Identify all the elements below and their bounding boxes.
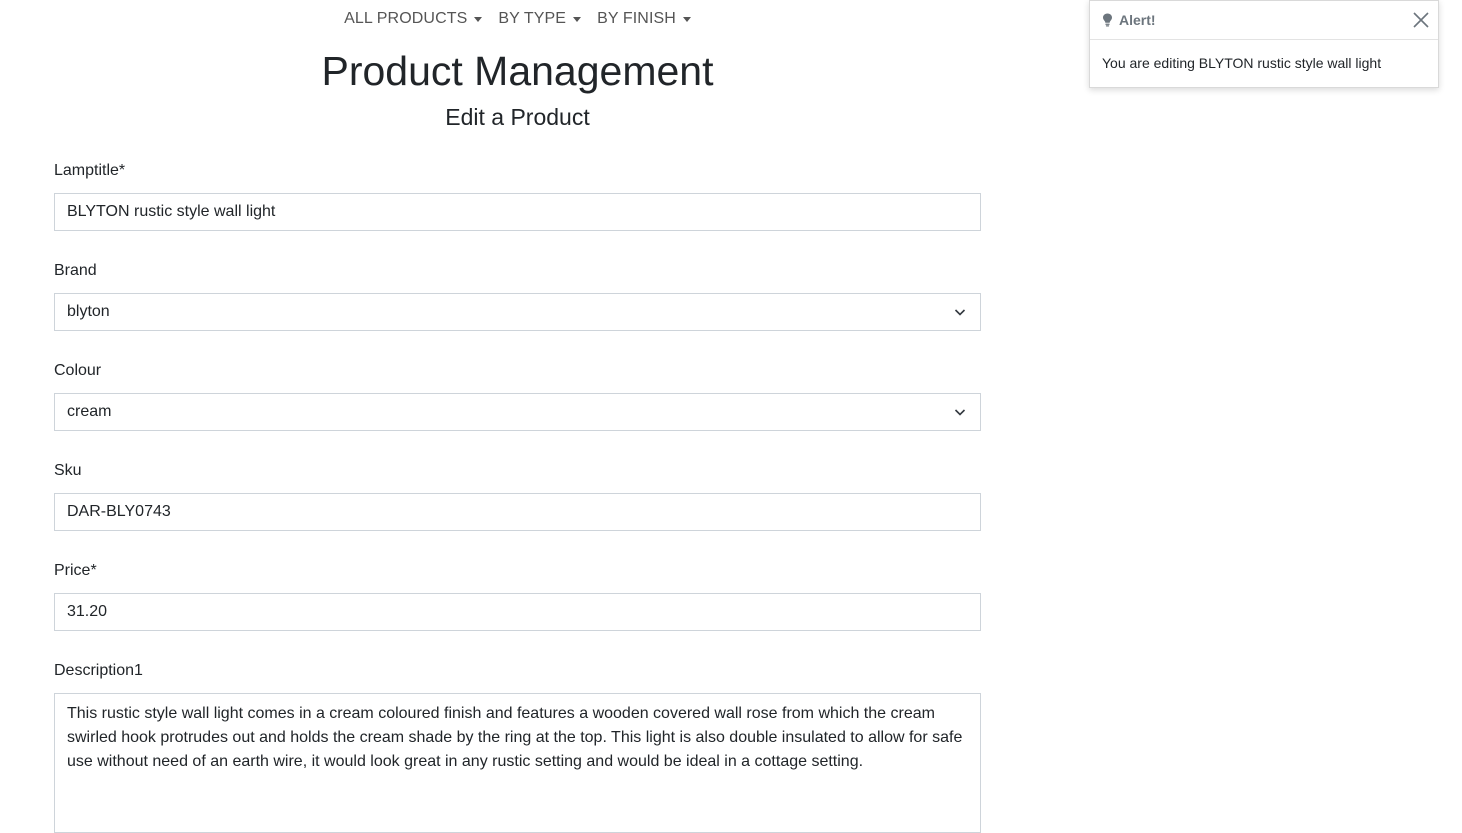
toast-header: Alert! [1090,1,1438,40]
brand-selected-value: blyton [67,303,110,320]
description1-textarea[interactable]: This rustic style wall light comes in a … [54,693,981,833]
nav-by-type-dropdown[interactable]: BY TYPE [490,10,589,28]
nav-all-products-dropdown[interactable]: ALL PRODUCTS [336,10,490,28]
close-icon[interactable] [1412,11,1430,29]
sku-input[interactable]: DAR-BLY0743 [54,493,981,531]
lamptitle-label: Lamptitle* [54,162,126,179]
colour-selected-value: cream [67,403,112,420]
nav-item-label: BY FINISH [597,10,676,27]
page-subtitle: Edit a Product [445,104,590,130]
lamptitle-input[interactable]: BLYTON rustic style wall light [54,193,981,231]
alert-toast: Alert! You are editing BLYTON rustic sty… [1089,0,1439,88]
brand-label: Brand [54,262,97,279]
toast-title: Alert! [1119,12,1156,28]
brand-select[interactable]: blyton [54,293,981,331]
caret-down-icon [474,16,483,22]
top-nav: ALL PRODUCTS BY TYPE BY FINISH [0,0,1035,38]
chevron-down-icon [954,309,966,316]
colour-select[interactable]: cream [54,393,981,431]
caret-down-icon [573,16,582,22]
caret-down-icon [682,16,691,22]
colour-label: Colour [54,362,102,379]
page-title: Product Management [321,48,714,94]
chevron-down-icon [954,409,966,416]
nav-item-label: ALL PRODUCTS [344,10,468,27]
edit-product-form: Lamptitle* BLYTON rustic style wall ligh… [54,160,981,833]
toast-message: You are editing BLYTON rustic style wall… [1102,55,1382,71]
lightbulb-icon [1103,13,1112,27]
price-input[interactable]: 31.20 [54,593,981,631]
nav-by-finish-dropdown[interactable]: BY FINISH [589,10,699,28]
sku-label: Sku [54,462,82,479]
nav-item-label: BY TYPE [498,10,567,27]
price-label: Price* [54,562,97,579]
description1-label: Description1 [54,662,143,679]
